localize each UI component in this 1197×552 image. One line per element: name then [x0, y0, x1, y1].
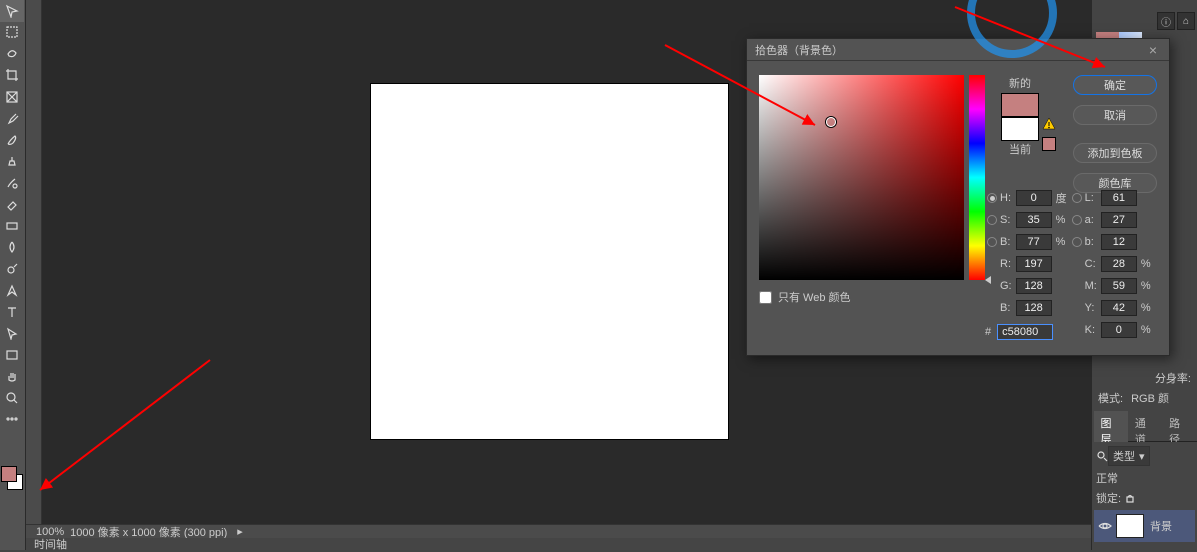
y-input[interactable]	[1101, 300, 1137, 316]
gamut-warning-icon[interactable]	[1042, 117, 1056, 131]
sv-cursor[interactable]	[826, 117, 836, 127]
rect-marquee-tool[interactable]	[0, 22, 24, 44]
layer-row-background[interactable]: 背景	[1094, 510, 1195, 542]
edit-toolbar[interactable]	[0, 409, 24, 431]
color-value-grid: H: 度 L: S: % a: B: % b: R: C: % G: M: % …	[987, 187, 1153, 341]
add-to-swatches-button[interactable]: 添加到色板	[1073, 143, 1157, 163]
rectangle-tool[interactable]	[0, 344, 24, 366]
radio-bb[interactable]	[1072, 237, 1082, 247]
hex-input[interactable]	[997, 324, 1053, 340]
r-input[interactable]	[1016, 256, 1052, 272]
layer-name[interactable]: 背景	[1150, 518, 1172, 534]
foreground-background-swatch[interactable]	[0, 460, 26, 500]
color-picker-title-bar[interactable]: 拾色器（背景色） ×	[747, 39, 1169, 61]
bv-input[interactable]	[1016, 234, 1052, 250]
eraser-tool[interactable]	[0, 194, 24, 216]
eye-icon[interactable]	[1098, 519, 1112, 533]
foreground-color-swatch[interactable]	[1, 466, 17, 482]
current-color-label: 当前	[994, 141, 1046, 157]
web-colors-only-input[interactable]	[759, 291, 772, 304]
hex-label: #	[985, 326, 991, 338]
radio-s[interactable]	[987, 215, 997, 225]
new-color-label: 新的	[994, 75, 1046, 91]
eyedropper-tool[interactable]	[0, 108, 24, 130]
saturation-value-field[interactable]	[759, 75, 964, 280]
blur-tool[interactable]	[0, 237, 24, 259]
color-picker-title: 拾色器（背景色）	[755, 42, 843, 58]
new-color-swatch	[1001, 93, 1039, 117]
layer-lock-row: 锁定:	[1092, 488, 1197, 508]
current-color-swatch[interactable]	[1001, 117, 1039, 141]
radio-a[interactable]	[1072, 215, 1082, 225]
radio-l[interactable]	[1072, 193, 1082, 203]
k-input[interactable]	[1101, 322, 1137, 338]
canvas[interactable]	[371, 84, 728, 439]
lock-icon[interactable]	[1125, 493, 1135, 503]
a-input[interactable]	[1101, 212, 1137, 228]
close-icon[interactable]: ×	[1145, 42, 1161, 58]
g-input[interactable]	[1016, 278, 1052, 294]
dodge-tool[interactable]	[0, 258, 24, 280]
layer-filter-select[interactable]: 类型▾	[1108, 446, 1150, 466]
move-tool[interactable]	[0, 0, 24, 22]
crop-tool[interactable]	[0, 65, 24, 87]
frame-tool[interactable]	[0, 86, 24, 108]
c-input[interactable]	[1101, 256, 1137, 272]
toolbar	[0, 0, 26, 550]
color-picker-dialog: 拾色器（背景色） × 新的 当前 只有 Web 颜色 确定 取消 添加到色板	[746, 38, 1170, 356]
radio-h[interactable]	[987, 193, 997, 203]
websafe-swatch-icon[interactable]	[1042, 137, 1056, 151]
hand-tool[interactable]	[0, 366, 24, 388]
gradient-tool[interactable]	[0, 215, 24, 237]
home-icon[interactable]: ⌂	[1177, 12, 1195, 30]
lasso-tool[interactable]	[0, 43, 24, 65]
brush-tool[interactable]	[0, 129, 24, 151]
ok-button[interactable]: 确定	[1073, 75, 1157, 95]
search-icon[interactable]	[1096, 450, 1108, 462]
ruler-vertical	[26, 0, 42, 524]
layers-panel: 类型▾ 正常 锁定: 背景	[1092, 442, 1197, 550]
panel-tabs: 图层 通道 路径	[1094, 420, 1197, 442]
adjust-icon-1[interactable]	[1177, 394, 1195, 408]
clone-stamp-tool[interactable]	[0, 151, 24, 173]
bl-input[interactable]	[1016, 300, 1052, 316]
blend-mode-select[interactable]: 正常	[1096, 470, 1156, 486]
radio-b[interactable]	[987, 237, 997, 247]
s-input[interactable]	[1016, 212, 1052, 228]
m-input[interactable]	[1101, 278, 1137, 294]
info-icon[interactable]: ⓘ	[1157, 12, 1175, 30]
layer-thumbnail	[1116, 514, 1144, 538]
web-colors-only-checkbox[interactable]: 只有 Web 颜色	[759, 289, 851, 305]
type-tool[interactable]	[0, 301, 24, 323]
history-brush-tool[interactable]	[0, 172, 24, 194]
cancel-button[interactable]: 取消	[1073, 105, 1157, 125]
status-bar: 100% 1000 像素 x 1000 像素 (300 ppi) ▸	[26, 524, 1091, 538]
timeline-panel-tab[interactable]: 时间轴	[26, 538, 1091, 550]
hue-slider[interactable]	[969, 75, 985, 280]
path-select-tool[interactable]	[0, 323, 24, 345]
l-input[interactable]	[1101, 190, 1137, 206]
bb-input[interactable]	[1101, 234, 1137, 250]
resolution-row: 分身率:	[1092, 368, 1197, 388]
zoom-tool[interactable]	[0, 387, 24, 409]
pen-tool[interactable]	[0, 280, 24, 302]
h-input[interactable]	[1016, 190, 1052, 206]
